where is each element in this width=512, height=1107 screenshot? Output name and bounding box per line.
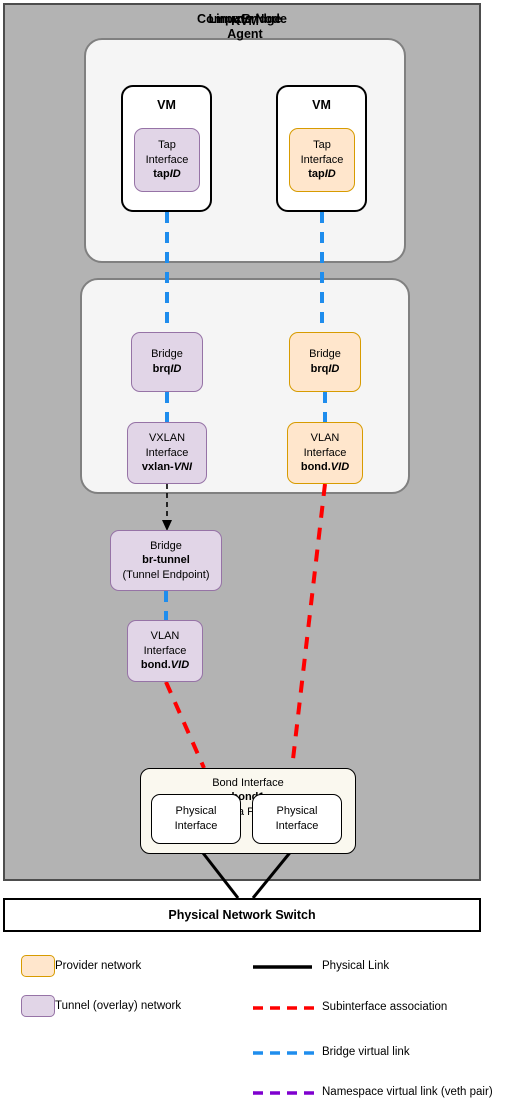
legend-label-subinterface-association: Subinterface association bbox=[322, 1001, 448, 1013]
physical-network-switch-label: Physical Network Switch bbox=[168, 908, 316, 922]
br-tunnel-line3: (Tunnel Endpoint) bbox=[122, 568, 210, 581]
tap-left-name: tapID bbox=[153, 168, 181, 181]
phys-left-line2: Interface bbox=[174, 820, 218, 832]
vlan-right-line2: Interface bbox=[303, 446, 347, 459]
bridge-brq-right: Bridge brqID bbox=[289, 332, 361, 392]
legend-swatch-tunnel-network bbox=[21, 995, 55, 1017]
br-tunnel-line1: Bridge bbox=[150, 539, 182, 552]
vm-left-title: VM bbox=[157, 98, 176, 112]
legend-label-tunnel-network: Tunnel (overlay) network bbox=[55, 1000, 182, 1012]
vlan-right-name: bond.VID bbox=[300, 461, 350, 474]
bridge-brq-left: Bridge brqID bbox=[131, 332, 203, 392]
legend: Provider network Tunnel (overlay) networ… bbox=[0, 938, 512, 1107]
bond-line1: Bond Interface bbox=[212, 777, 284, 789]
vxlan-name: vxlan-VNI bbox=[141, 461, 193, 474]
vxlan-line1: VXLAN bbox=[148, 432, 186, 445]
legend-label-bridge-virtual-link: Bridge virtual link bbox=[322, 1046, 410, 1058]
legend-label-provider-network: Provider network bbox=[55, 960, 142, 972]
physical-network-switch: Physical Network Switch bbox=[3, 898, 481, 932]
bridge-br-tunnel: Bridge br-tunnel (Tunnel Endpoint) bbox=[110, 530, 222, 591]
brq-right-name: brqID bbox=[310, 363, 340, 375]
tap-interface-right: Tap Interface tapID bbox=[289, 128, 355, 192]
vlan-interface-provider: VLAN Interface bond.VID bbox=[287, 422, 363, 484]
linuxbridge-title-line2: Agent bbox=[227, 27, 263, 41]
tap-right-name: tapID bbox=[308, 168, 336, 181]
vxlan-line2: Interface bbox=[145, 446, 189, 459]
vlan-left-name: bond.VID bbox=[140, 659, 190, 672]
legend-label-physical-link: Physical Link bbox=[322, 960, 390, 972]
vlan-left-line1: VLAN bbox=[150, 630, 180, 643]
tap-right-line2: Interface bbox=[300, 153, 344, 166]
tap-right-line1: Tap bbox=[313, 139, 331, 152]
vlan-right-line1: VLAN bbox=[310, 432, 340, 445]
diagram-canvas: Compute Node KVM LinuxBridge Agent VM VM… bbox=[0, 0, 512, 1107]
brq-left-name: brqID bbox=[152, 363, 182, 375]
phys-left-line1: Physical bbox=[175, 805, 217, 818]
vxlan-interface: VXLAN Interface vxlan-VNI bbox=[127, 422, 207, 484]
vm-right-title: VM bbox=[312, 98, 331, 112]
br-tunnel-name: br-tunnel bbox=[142, 554, 190, 567]
vlan-left-line2: Interface bbox=[143, 644, 187, 657]
physical-interface-left: Physical Interface bbox=[151, 794, 241, 844]
tap-left-line1: Tap bbox=[158, 139, 176, 152]
tap-left-line2: Interface bbox=[145, 153, 189, 166]
vlan-interface-tunnel: VLAN Interface bond.VID bbox=[127, 620, 203, 682]
physical-interface-right: Physical Interface bbox=[252, 794, 342, 844]
brq-right-line1: Bridge bbox=[309, 348, 341, 361]
linuxbridge-title-line1: LinuxBridge bbox=[208, 12, 282, 26]
phys-right-line1: Physical bbox=[276, 805, 318, 818]
tap-interface-left: Tap Interface tapID bbox=[134, 128, 200, 192]
legend-swatch-provider-network bbox=[21, 955, 55, 977]
linuxbridge-agent-title: LinuxBridge Agent bbox=[80, 12, 410, 42]
phys-right-line2: Interface bbox=[275, 820, 319, 832]
brq-left-line1: Bridge bbox=[151, 348, 183, 361]
legend-label-namespace-virtual-link: Namespace virtual link (veth pair) bbox=[322, 1086, 493, 1098]
